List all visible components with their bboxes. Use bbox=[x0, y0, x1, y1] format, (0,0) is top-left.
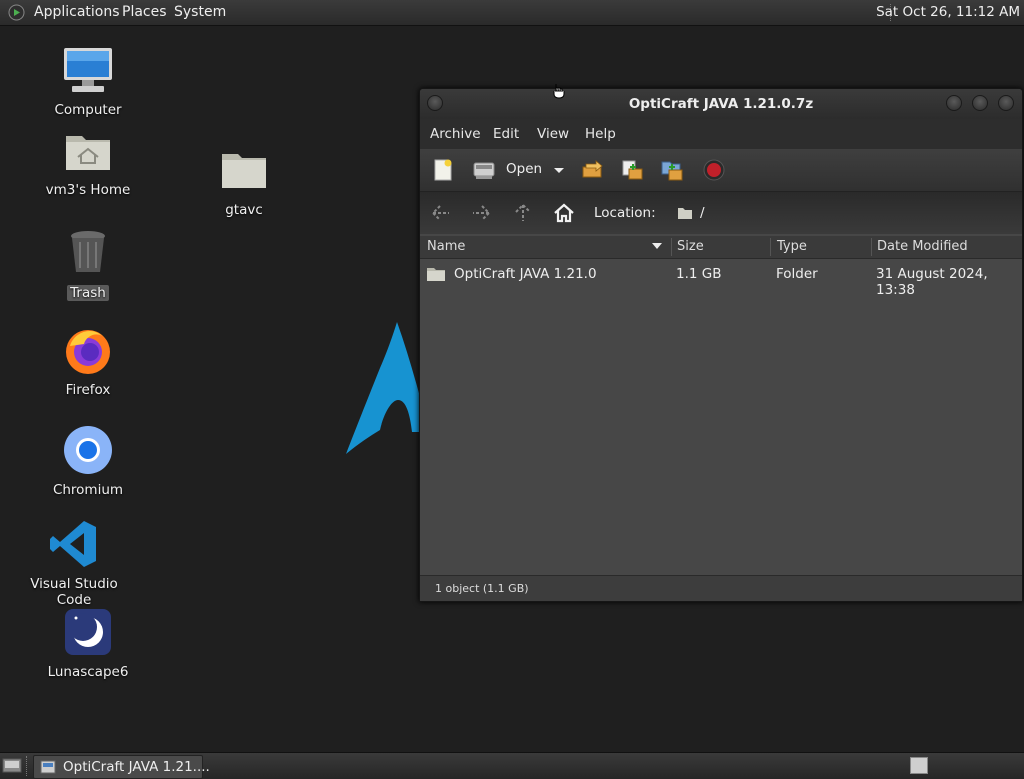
back-arrow-icon[interactable] bbox=[430, 202, 452, 224]
computer-icon bbox=[64, 48, 112, 92]
folder-icon bbox=[678, 208, 692, 219]
system-menu[interactable]: System bbox=[174, 4, 226, 20]
menu-help[interactable]: Help bbox=[585, 126, 616, 142]
add-folder-icon[interactable] bbox=[660, 158, 684, 182]
column-headers: Name Size Type Date Modified bbox=[420, 236, 1022, 259]
open-button-label[interactable]: Open bbox=[506, 161, 542, 177]
vscode-icon bbox=[50, 521, 96, 567]
panel-separator bbox=[26, 756, 29, 776]
sort-descending-icon bbox=[652, 243, 662, 249]
toolbar: Open bbox=[420, 149, 1022, 192]
forward-arrow-icon[interactable] bbox=[470, 202, 492, 224]
column-type[interactable]: Type bbox=[777, 239, 807, 254]
folder-icon bbox=[222, 154, 266, 188]
desktop-icon-label: Visual Studio Code bbox=[30, 576, 118, 608]
applications-menu[interactable]: Applications bbox=[34, 4, 120, 20]
row-date-modified: 31 August 2024, 13:38 bbox=[876, 266, 988, 298]
menu-view[interactable]: View bbox=[537, 126, 569, 142]
add-files-icon[interactable] bbox=[620, 158, 644, 182]
column-name[interactable]: Name bbox=[427, 239, 465, 254]
status-text: 1 object (1.1 GB) bbox=[435, 582, 529, 595]
desktop-icon-chromium[interactable]: Chromium bbox=[28, 424, 148, 498]
chromium-icon bbox=[64, 426, 112, 474]
lunascape-icon bbox=[65, 609, 111, 655]
location-bar: Location: / bbox=[420, 192, 1022, 234]
minimize-button[interactable] bbox=[946, 95, 962, 111]
desktop-icon-label: vm3's Home bbox=[45, 182, 131, 198]
maximize-button[interactable] bbox=[972, 95, 988, 111]
file-list[interactable]: OptiCraft JAVA 1.21.0 1.1 GB Folder 31 A… bbox=[420, 259, 1022, 575]
menu-bar: Archive Edit View Help bbox=[420, 119, 1022, 149]
extract-icon[interactable] bbox=[580, 158, 604, 182]
home-folder-icon bbox=[66, 136, 110, 170]
desktop-icon-vscode[interactable]: Visual Studio Code bbox=[14, 518, 134, 608]
desktop-icon-label: Trash bbox=[67, 285, 109, 301]
bottom-panel: OptiCraft JAVA 1.21.... bbox=[0, 752, 1024, 779]
column-separator[interactable] bbox=[871, 238, 872, 256]
archive-manager-window: OptiCraft JAVA 1.21.0.7z Archive Edit Vi… bbox=[419, 88, 1023, 602]
hand-cursor-icon bbox=[553, 84, 565, 99]
up-arrow-icon[interactable] bbox=[512, 202, 534, 224]
column-separator[interactable] bbox=[770, 238, 771, 256]
row-size: 1.1 GB bbox=[676, 266, 722, 282]
menu-archive[interactable]: Archive bbox=[430, 126, 481, 142]
desktop-icon-firefox[interactable]: Firefox bbox=[28, 324, 148, 398]
top-panel: Applications Places System Sat Oct 26, 1… bbox=[0, 0, 1024, 26]
clock[interactable]: Sat Oct 26, 11:12 AM bbox=[876, 4, 1020, 20]
workspace-switcher[interactable] bbox=[910, 757, 928, 774]
new-archive-icon[interactable] bbox=[431, 158, 455, 182]
row-name: OptiCraft JAVA 1.21.0 bbox=[454, 266, 597, 282]
desktop-icon-home[interactable]: vm3's Home bbox=[28, 124, 148, 198]
desktop-icon-lunascape[interactable]: Lunascape6 bbox=[28, 606, 148, 680]
show-desktop-icon[interactable] bbox=[2, 757, 22, 774]
desktop-icon-label: Computer bbox=[54, 102, 122, 118]
firefox-icon bbox=[66, 330, 110, 374]
desktop-icon-label: gtavc bbox=[225, 202, 263, 218]
folder-icon bbox=[427, 268, 445, 281]
window-titlebar[interactable]: OptiCraft JAVA 1.21.0.7z bbox=[420, 89, 1022, 119]
column-date-modified[interactable]: Date Modified bbox=[877, 239, 968, 254]
window-title: OptiCraft JAVA 1.21.0.7z bbox=[628, 96, 814, 112]
location-path[interactable]: / bbox=[700, 205, 705, 221]
archive-manager-icon bbox=[40, 760, 56, 774]
arch-linux-wallpaper-logo bbox=[346, 322, 430, 454]
desktop-icon-computer[interactable]: Computer bbox=[28, 44, 148, 118]
desktop-icon-label: Chromium bbox=[52, 482, 124, 498]
close-button[interactable] bbox=[998, 95, 1014, 111]
desktop-icon-trash[interactable]: Trash bbox=[28, 226, 148, 301]
column-separator[interactable] bbox=[671, 238, 672, 256]
home-icon[interactable] bbox=[553, 202, 575, 224]
table-row[interactable]: OptiCraft JAVA 1.21.0 1.1 GB Folder 31 A… bbox=[420, 262, 1022, 298]
taskbar-button-label: OptiCraft JAVA 1.21.... bbox=[63, 759, 210, 775]
open-archive-icon[interactable] bbox=[472, 158, 496, 182]
desktop-icon-gtavc[interactable]: gtavc bbox=[184, 144, 304, 218]
row-type: Folder bbox=[776, 266, 818, 282]
menu-edit[interactable]: Edit bbox=[493, 126, 519, 142]
status-bar: 1 object (1.1 GB) bbox=[420, 575, 1022, 601]
places-menu[interactable]: Places bbox=[122, 4, 167, 20]
desktop-icon-label: Lunascape6 bbox=[47, 664, 129, 680]
trash-icon bbox=[71, 231, 105, 272]
applications-logo-icon[interactable] bbox=[8, 4, 25, 21]
desktop-icon-label: Firefox bbox=[65, 382, 111, 398]
column-size[interactable]: Size bbox=[677, 239, 704, 254]
taskbar-button-opticraft[interactable]: OptiCraft JAVA 1.21.... bbox=[33, 755, 210, 779]
open-dropdown-chevron-icon[interactable] bbox=[552, 158, 566, 182]
location-label: Location: bbox=[594, 205, 656, 221]
stop-icon[interactable] bbox=[702, 158, 726, 182]
